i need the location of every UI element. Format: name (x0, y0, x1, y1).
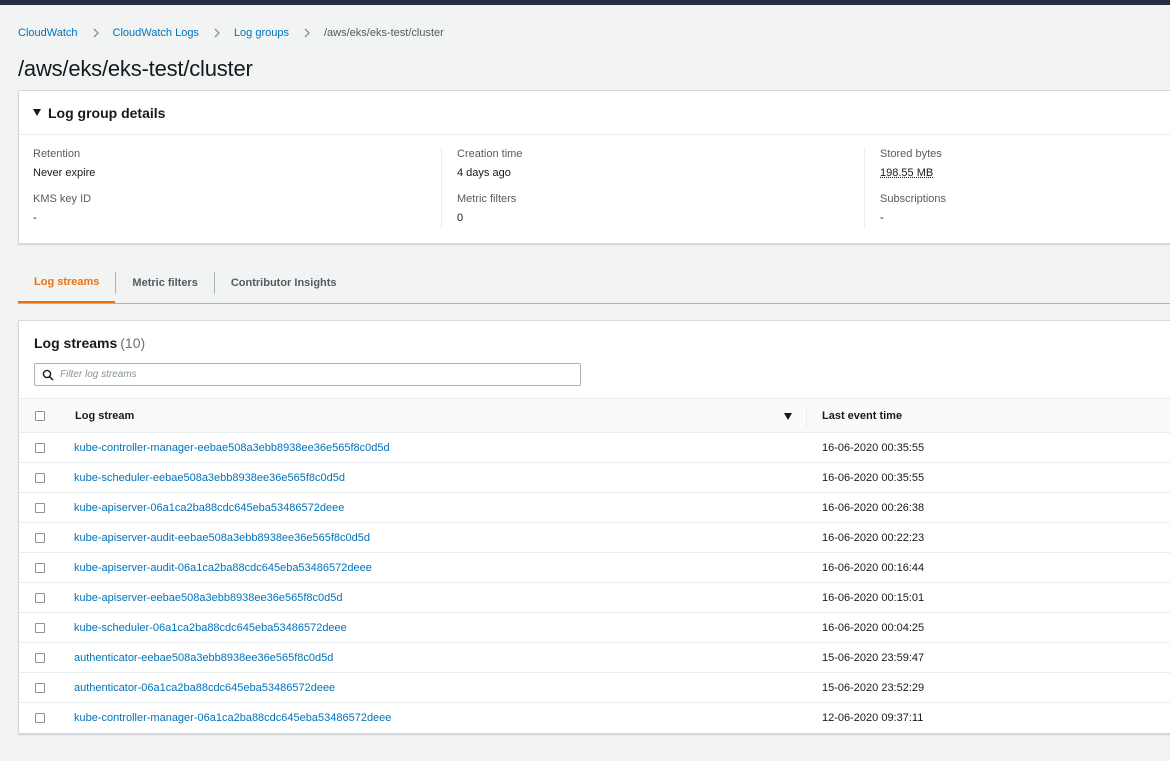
log-stream-link[interactable]: kube-scheduler-eebae508a3ebb8938ee36e565… (74, 472, 345, 484)
filter-log-streams-input[interactable] (60, 369, 560, 380)
log-streams-panel: Log streams(10) Log stream Last event ti… (18, 320, 1170, 734)
chevron-right-icon (89, 26, 103, 40)
row-checkbox[interactable] (35, 563, 45, 573)
log-stream-link[interactable]: kube-apiserver-audit-eebae508a3ebb8938ee… (74, 532, 370, 544)
sort-down-icon[interactable] (784, 413, 792, 420)
retention-value: Never expire (33, 167, 96, 179)
log-stream-link[interactable]: kube-scheduler-06a1ca2ba88cdc645eba53486… (74, 622, 347, 634)
row-checkbox[interactable] (35, 443, 45, 453)
breadcrumb: CloudWatch CloudWatch Logs Log groups /a… (18, 25, 444, 41)
table-row: kube-apiserver-06a1ca2ba88cdc645eba53486… (19, 493, 1170, 523)
last-event-time: 16-06-2020 00:16:44 (822, 561, 925, 574)
stored-bytes-label: Stored bytes (880, 148, 942, 160)
last-event-time: 15-06-2020 23:59:47 (822, 651, 925, 664)
search-icon (42, 369, 60, 381)
subscriptions-label: Subscriptions (880, 193, 947, 205)
tab-metric-filters[interactable]: Metric filters (116, 262, 213, 303)
log-streams-heading: Log streams (10) (34, 335, 145, 351)
row-checkbox[interactable] (35, 533, 45, 543)
row-checkbox[interactable] (35, 713, 45, 723)
kms-key-label: KMS key ID (33, 193, 92, 205)
last-event-time: 12-06-2020 09:37:11 (822, 712, 924, 724)
row-checkbox[interactable] (35, 593, 45, 603)
table-row: kube-scheduler-eebae508a3ebb8938ee36e565… (19, 463, 1170, 493)
log-group-details-panel: Log group details Retention Never expire… (18, 90, 1170, 244)
details-column-1: Retention Never expire KMS key ID - (33, 147, 441, 229)
tab-contributor-insights[interactable]: Contributor Insights (215, 262, 353, 303)
stored-bytes-value[interactable]: 198.55 MB (880, 166, 1164, 180)
creation-time-value: 4 days ago (457, 167, 511, 179)
page-title: /aws/eks/eks-test/cluster (18, 56, 253, 81)
table-row: kube-apiserver-eebae508a3ebb8938ee36e565… (19, 583, 1170, 613)
last-event-time: 16-06-2020 00:35:55 (822, 441, 925, 454)
log-stream-link[interactable]: kube-controller-manager-06a1ca2ba88cdc64… (74, 712, 391, 724)
kms-key-value: - (33, 212, 37, 224)
table-row: kube-apiserver-audit-06a1ca2ba88cdc645eb… (19, 553, 1170, 583)
log-stream-link[interactable]: kube-apiserver-audit-06a1ca2ba88cdc645eb… (74, 562, 372, 574)
table-row: kube-apiserver-audit-eebae508a3ebb8938ee… (19, 523, 1170, 553)
table-row: kube-controller-manager-eebae508a3ebb893… (19, 433, 1170, 463)
breadcrumb-current: /aws/eks/eks-test/cluster (323, 27, 444, 39)
log-stream-link[interactable]: kube-apiserver-06a1ca2ba88cdc645eba53486… (74, 502, 344, 514)
row-checkbox[interactable] (35, 623, 45, 633)
creation-time-label: Creation time (457, 148, 523, 160)
log-streams-count: (10) (120, 335, 146, 351)
column-header-log-stream[interactable]: Log stream (75, 410, 134, 422)
tab-log-streams[interactable]: Log streams (18, 262, 116, 303)
chevron-right-icon (300, 26, 314, 40)
log-group-details-toggle[interactable]: Log group details (19, 91, 1170, 135)
subscriptions-value: - (880, 212, 884, 224)
table-body: kube-controller-manager-eebae508a3ebb893… (19, 433, 1170, 733)
last-event-time: 15-06-2020 23:52:29 (822, 681, 925, 694)
log-stream-link[interactable]: authenticator-06a1ca2ba88cdc645eba534865… (74, 682, 335, 694)
last-event-time: 16-06-2020 00:15:01 (822, 591, 925, 604)
column-header-last-event-time[interactable]: Last event time (822, 410, 902, 422)
metric-filters-value: 0 (457, 212, 464, 224)
log-streams-title: Log streams (34, 335, 118, 351)
last-event-time: 16-06-2020 00:22:23 (822, 531, 925, 544)
metric-filters-label: Metric filters (457, 193, 517, 205)
details-column-2: Creation time 4 days ago Metric filters … (441, 147, 864, 229)
top-navigation-bar (0, 0, 1170, 5)
row-checkbox[interactable] (35, 473, 45, 483)
log-streams-table: Log stream Last event time kube-controll… (19, 398, 1170, 733)
select-all-checkbox[interactable] (35, 411, 45, 421)
last-event-time: 16-06-2020 00:26:38 (822, 501, 925, 514)
row-checkbox[interactable] (35, 503, 45, 513)
table-header: Log stream Last event time (19, 398, 1170, 433)
breadcrumb-log-groups[interactable]: Log groups (234, 27, 289, 39)
table-row: kube-scheduler-06a1ca2ba88cdc645eba53486… (19, 613, 1170, 643)
table-row: kube-controller-manager-06a1ca2ba88cdc64… (19, 703, 1170, 733)
row-checkbox[interactable] (35, 683, 45, 693)
retention-label: Retention (33, 148, 81, 160)
last-event-time: 16-06-2020 00:35:55 (822, 471, 925, 484)
last-event-time: 16-06-2020 00:04:25 (822, 621, 925, 634)
log-stream-link[interactable]: kube-controller-manager-eebae508a3ebb893… (74, 442, 390, 454)
caret-down-icon (33, 109, 41, 116)
filter-log-streams-box[interactable] (34, 363, 581, 386)
tab-bar: Log streams Metric filters Contributor I… (18, 262, 1170, 304)
details-header-label: Log group details (48, 104, 166, 121)
details-column-3: Stored bytes 198.55 MB Subscriptions - (864, 147, 1164, 229)
table-row: authenticator-06a1ca2ba88cdc645eba534865… (19, 673, 1170, 703)
details-grid: Retention Never expire KMS key ID - Crea… (19, 135, 1170, 243)
table-row: authenticator-eebae508a3ebb8938ee36e565f… (19, 643, 1170, 673)
column-divider (806, 406, 807, 427)
log-stream-link[interactable]: authenticator-eebae508a3ebb8938ee36e565f… (74, 652, 333, 664)
chevron-right-icon (210, 26, 224, 40)
breadcrumb-cloudwatch[interactable]: CloudWatch (18, 27, 78, 39)
breadcrumb-cloudwatch-logs[interactable]: CloudWatch Logs (113, 27, 199, 39)
log-stream-link[interactable]: kube-apiserver-eebae508a3ebb8938ee36e565… (74, 592, 343, 604)
row-checkbox[interactable] (35, 653, 45, 663)
